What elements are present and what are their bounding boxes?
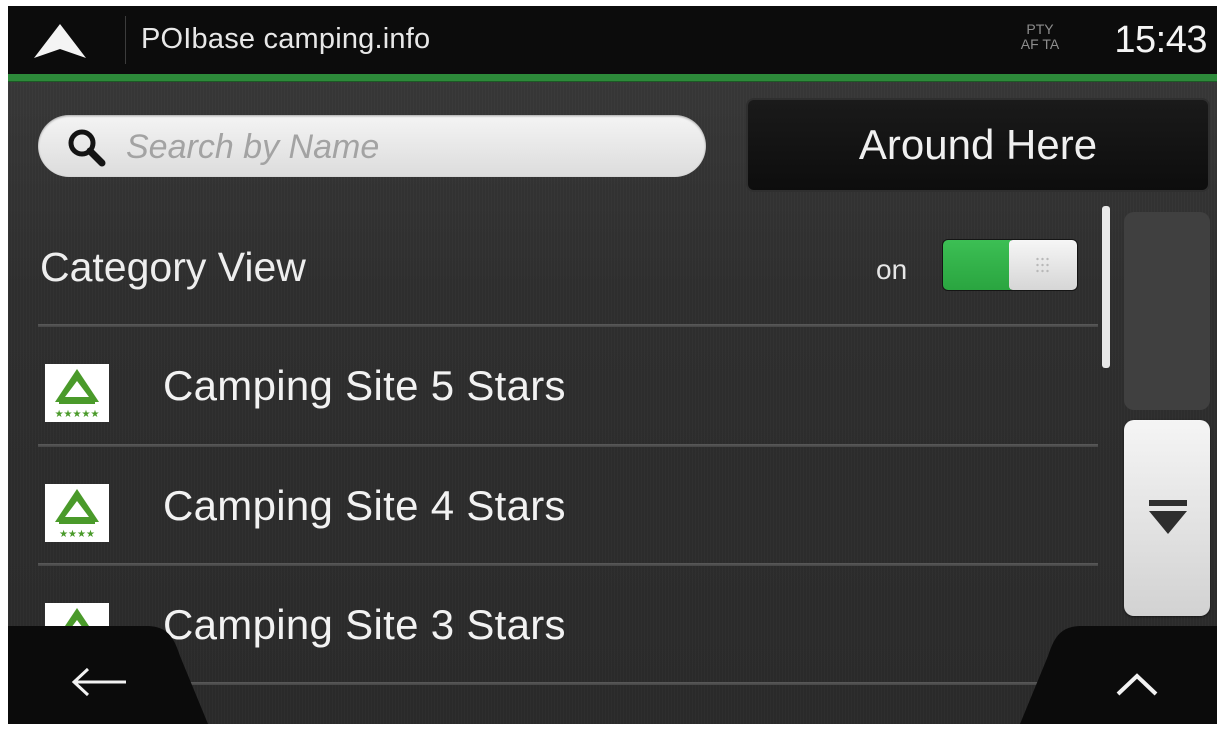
search-field[interactable] — [38, 115, 706, 177]
clock: 15:43 — [1114, 19, 1207, 61]
list-item[interactable]: ★★★★★ Camping Site 5 Stars — [8, 326, 1098, 444]
traffic-info-indicator: PTY AF TA — [1010, 22, 1070, 52]
scrollbar[interactable] — [1102, 206, 1110, 368]
star-rating: ★★★★★ — [55, 409, 100, 420]
back-arrow-icon — [71, 667, 126, 697]
navigation-screen: POIbase camping.info PTY AF TA 15:43 Aro… — [8, 6, 1217, 724]
scroll-down-button[interactable] — [1124, 420, 1210, 616]
knob-grip-icon — [1035, 256, 1051, 274]
toggle-state-label: on — [876, 254, 908, 285]
list-item-label: Camping Site 3 Stars — [163, 601, 566, 648]
star-rating: ★★★★ — [59, 529, 95, 540]
status-bar: POIbase camping.info PTY AF TA 15:43 — [8, 6, 1217, 74]
toggle-knob[interactable] — [1009, 240, 1077, 290]
scroll-up-button[interactable] — [1124, 212, 1210, 410]
around-here-button[interactable]: Around Here — [746, 98, 1210, 192]
pty-label: PTY — [1026, 21, 1054, 37]
search-icon — [68, 129, 106, 167]
category-view-toggle[interactable] — [943, 240, 1077, 290]
list-item[interactable]: ★★★★ Camping Site 4 Stars — [8, 446, 1098, 564]
category-view-row[interactable]: Category View on — [8, 206, 1098, 324]
camping-4-stars-icon: ★★★★ — [45, 484, 109, 542]
page-title: POIbase camping.info — [141, 23, 431, 55]
list-item-label: Camping Site 5 Stars — [163, 362, 566, 409]
camping-5-stars-icon: ★★★★★ — [45, 364, 109, 422]
title-separator — [125, 16, 126, 64]
list-item-label: Camping Site 4 Stars — [163, 482, 566, 529]
chevron-up-icon — [1116, 673, 1158, 696]
category-view-label: Category View — [40, 244, 306, 290]
search-input[interactable] — [124, 123, 688, 171]
af-ta-label: AF TA — [1020, 36, 1060, 52]
scroll-down-icon — [1149, 500, 1187, 534]
header-accent-line — [8, 74, 1217, 81]
toggle-on-fill — [943, 240, 1011, 290]
navigation-arrow-icon[interactable] — [32, 22, 88, 62]
